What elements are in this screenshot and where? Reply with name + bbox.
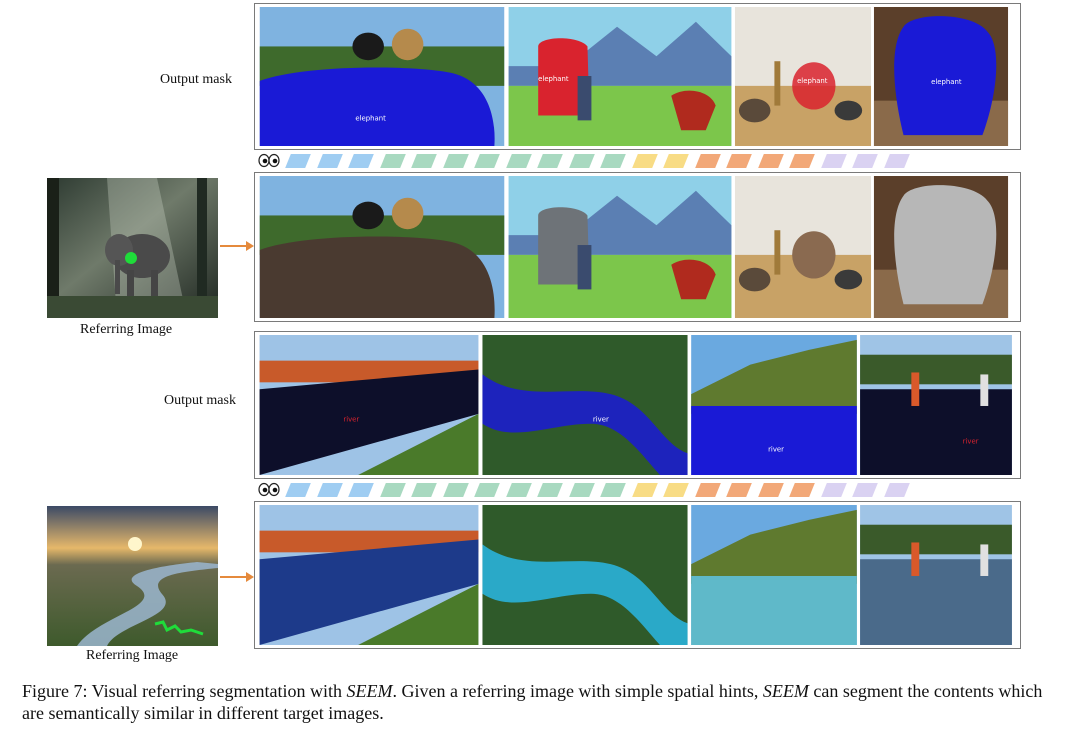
strip-segment [883,153,910,168]
strip-segment [663,482,689,497]
strip-segment [537,153,563,168]
strip-segment [442,153,469,168]
strip-segment [600,482,626,497]
referring-image-label-bottom: Referring Image [86,648,179,663]
output-mask-label-top: Output mask [160,72,232,87]
strip-segment [820,482,847,497]
mask-tag: river [768,445,784,453]
target-stepping-stones [860,505,1012,645]
strip-segment [316,153,343,168]
strip-segment [694,482,721,497]
strip-segment [726,153,752,168]
target-animals-savanna-mask: elephant [734,7,872,146]
strip-segment [316,482,343,497]
color-strip-bottom [258,482,918,497]
elephant-target-panel [254,172,1021,322]
strip-segment [568,153,595,168]
strip-segment [474,482,500,497]
mask-tag: elephant [355,114,386,122]
color-strip-top [258,153,918,168]
strip-segment [726,482,752,497]
strip-segment [348,482,374,497]
strip-segment [411,482,437,497]
target-autumn-river [259,505,479,645]
strip-segment [474,153,500,168]
output-mask-label-bottom: Output mask [164,393,236,408]
target-stepping-stones-mask: river [860,335,1012,475]
referring-image-river [47,506,218,646]
mask-tag: elephant [931,78,962,86]
strip-segments-top [285,153,918,168]
mask-tag: elephant [538,75,569,83]
river-target-panel [254,501,1021,649]
strip-segment [883,482,910,497]
caption-mid: . Given a referring image with simple sp… [392,681,763,701]
target-aerial-lake-mask: river [482,335,688,475]
caption-model-name-2: SEEM [762,681,809,701]
strip-segment [820,153,847,168]
mask-tag: river [963,437,979,445]
strip-segment [631,153,658,168]
target-dogs-on-elephant [259,176,505,318]
target-cartoon-elephant [508,176,732,318]
strip-segment [757,153,784,168]
strip-segment [379,153,406,168]
strip-segment [442,482,469,497]
strip-segment [789,482,815,497]
strip-segment [757,482,784,497]
arrow-to-elephant-targets [220,241,254,251]
strip-segment [285,153,311,168]
strip-segment [600,153,626,168]
target-plush-elephant [873,176,1009,318]
caption-prefix: Figure 7: Visual referring segmentation … [22,681,347,701]
strip-segment [537,482,563,497]
strip-segment [694,153,721,168]
strip-segment [505,153,532,168]
eyes-icon [258,153,280,168]
target-aerial-lake [482,505,688,645]
target-plush-elephant-mask: elephant [873,7,1009,146]
strip-segments-bottom [285,482,918,497]
strip-segment [285,482,311,497]
mask-tag: river [593,416,609,424]
eyes-icon [258,482,280,497]
river-output-mask-panel: river river river river [254,331,1021,479]
figure-caption: Figure 7: Visual referring segmentation … [22,680,1062,724]
target-cartoon-elephant-mask: elephant [508,7,732,146]
strip-segment [852,482,878,497]
strip-segment [568,482,595,497]
mask-tag: river [343,416,359,424]
arrow-to-river-targets [220,572,254,582]
target-mountain-river [691,505,857,645]
strip-segment [789,153,815,168]
strip-segment [505,482,532,497]
mask-tag: elephant [797,77,828,85]
strip-segment [631,482,658,497]
target-animals-savanna [734,176,872,318]
strip-segment [663,153,689,168]
strip-segment [348,153,374,168]
referring-image-elephant [47,178,218,318]
strip-segment [379,482,406,497]
elephant-output-mask-panel: elephant elephant elephant elephant [254,3,1021,150]
strip-segment [411,153,437,168]
target-mountain-river-mask: river [691,335,857,475]
hint-dot [125,252,137,264]
target-autumn-river-mask: river [259,335,479,475]
caption-model-name: SEEM [346,681,393,701]
target-dogs-on-elephant-mask: elephant [259,7,505,146]
referring-image-label-top: Referring Image [80,322,173,337]
strip-segment [852,153,878,168]
